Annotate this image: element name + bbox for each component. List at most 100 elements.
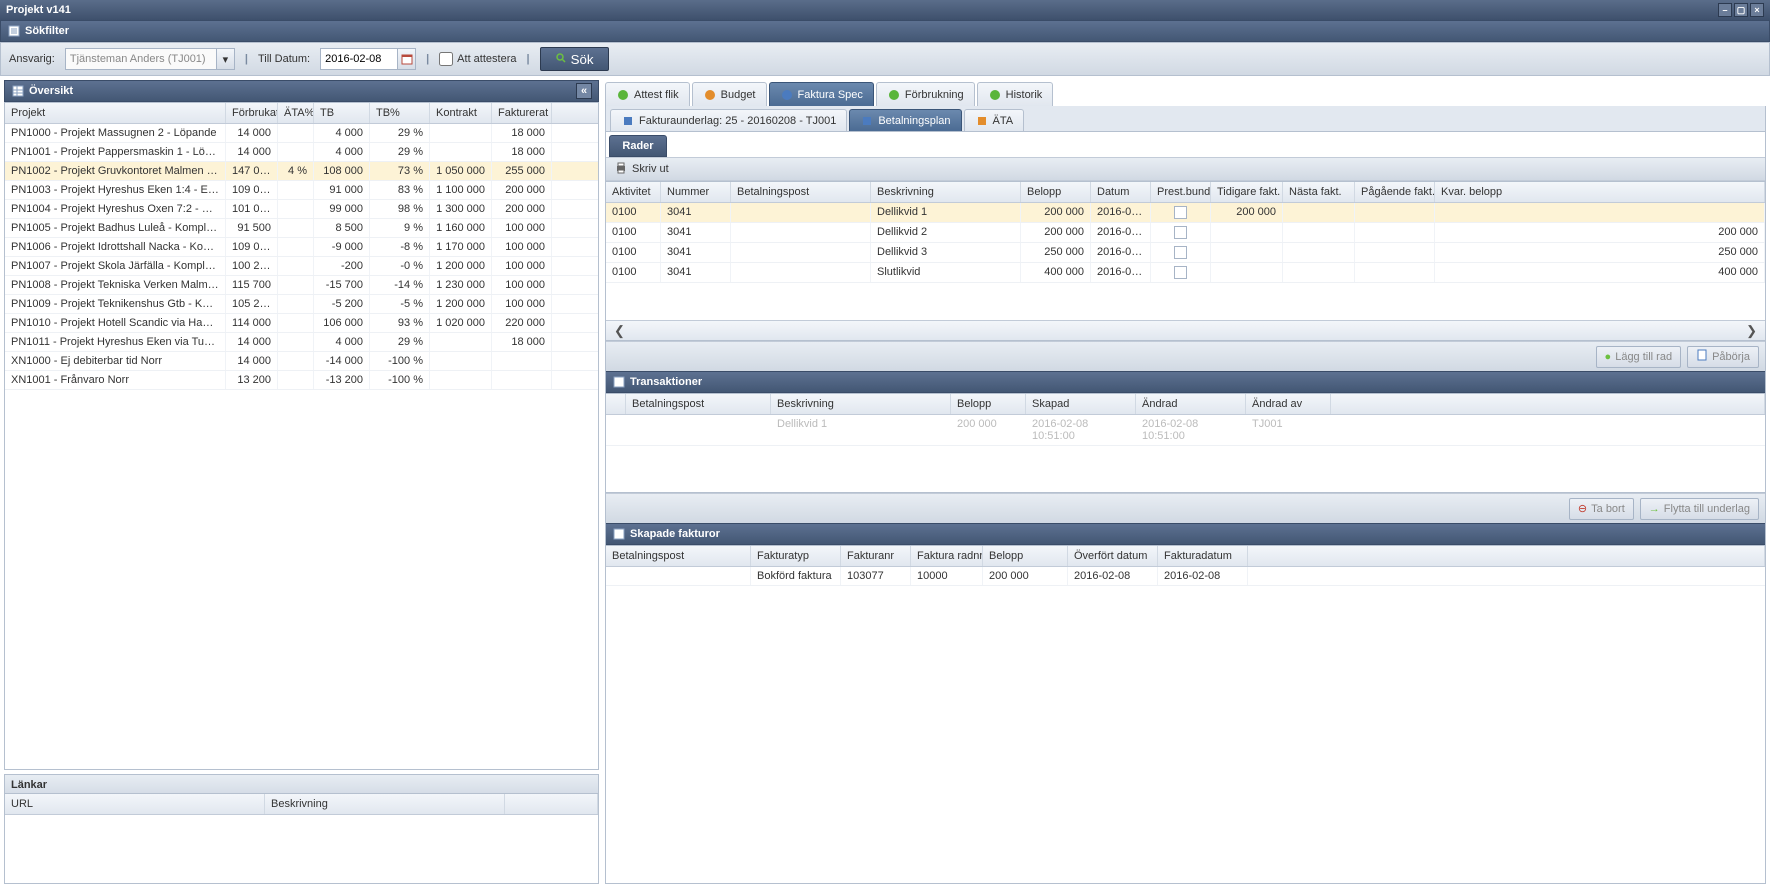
print-icon[interactable] bbox=[614, 161, 628, 178]
rader-row[interactable]: 01003041Dellikvid 2200 0002016-04-01200 … bbox=[606, 223, 1765, 243]
scroll-left[interactable]: ❮ bbox=[614, 323, 625, 339]
skapade-grid-body[interactable]: Bokförd faktura10307710000200 0002016-02… bbox=[606, 567, 1765, 883]
ansvarig-combo[interactable]: ▾ bbox=[65, 48, 235, 70]
detail-tab[interactable]: Historik bbox=[977, 82, 1054, 106]
print-label[interactable]: Skriv ut bbox=[632, 163, 669, 175]
start-button[interactable]: Påbörja bbox=[1687, 346, 1759, 368]
sub-tab[interactable]: Betalningsplan bbox=[849, 109, 961, 131]
detail-tab[interactable]: Faktura Spec bbox=[769, 82, 874, 106]
rader-cell bbox=[1355, 243, 1435, 262]
overview-row[interactable]: PN1003 - Projekt Hyreshus Eken 1:4 - Enk… bbox=[5, 181, 598, 200]
overview-col-header[interactable]: TB bbox=[314, 103, 370, 123]
overview-col-header[interactable]: Projekt bbox=[5, 103, 226, 123]
attestera-checkbox[interactable]: Att attestera bbox=[439, 52, 516, 66]
skap-col-header[interactable]: Faktura radnr bbox=[911, 546, 983, 566]
overview-row[interactable]: PN1002 - Projekt Gruvkontoret Malmen 1:1… bbox=[5, 162, 598, 181]
trans-cell: 2016-02-08 10:51:00 bbox=[1136, 415, 1246, 445]
rader-cell bbox=[1283, 203, 1355, 222]
skap-col-header[interactable]: Fakturanr bbox=[841, 546, 911, 566]
scroll-right[interactable]: ❯ bbox=[1746, 323, 1757, 339]
detail-tab[interactable]: Attest flik bbox=[605, 82, 690, 106]
overview-grid-body[interactable]: PN1000 - Projekt Massugnen 2 - Löpande14… bbox=[5, 124, 598, 769]
collapse-button[interactable]: « bbox=[576, 83, 592, 99]
overview-row[interactable]: PN1007 - Projekt Skola Järfälla - Komple… bbox=[5, 257, 598, 276]
transaktioner-grid-body[interactable]: Dellikvid 1200 0002016-02-08 10:51:00201… bbox=[606, 415, 1765, 492]
ansvarig-trigger[interactable]: ▾ bbox=[216, 49, 234, 69]
rader-col-header[interactable]: Nästa fakt. bbox=[1283, 182, 1355, 202]
overview-row[interactable]: PN1005 - Projekt Badhus Luleå - Komplett… bbox=[5, 219, 598, 238]
overview-cell bbox=[278, 276, 314, 294]
rader-col-header[interactable]: Kvar. belopp bbox=[1435, 182, 1765, 202]
trans-col-header[interactable]: Ändrad bbox=[1136, 394, 1246, 414]
skap-col-header[interactable]: Belopp bbox=[983, 546, 1068, 566]
overview-col-header[interactable]: Förbrukat bbox=[226, 103, 278, 123]
rader-col-header[interactable]: Beskrivning bbox=[871, 182, 1021, 202]
detail-tab[interactable]: Förbrukning bbox=[876, 82, 975, 106]
overview-row[interactable]: PN1000 - Projekt Massugnen 2 - Löpande14… bbox=[5, 124, 598, 143]
trans-col-header[interactable]: Beskrivning bbox=[771, 394, 951, 414]
maximize-button[interactable]: ▢ bbox=[1734, 3, 1748, 17]
skap-col-header[interactable]: Överfört datum bbox=[1068, 546, 1158, 566]
detail-tab[interactable]: Budget bbox=[692, 82, 767, 106]
skap-cell: 103077 bbox=[841, 567, 911, 585]
overview-cell: 100 000 bbox=[492, 219, 552, 237]
overview-row[interactable]: XN1001 - Frånvaro Norr13 200-13 200-100 … bbox=[5, 371, 598, 390]
overview-row[interactable]: PN1009 - Projekt Teknikenshus Gtb - Komp… bbox=[5, 295, 598, 314]
datum-input[interactable] bbox=[321, 49, 397, 69]
close-button[interactable]: × bbox=[1750, 3, 1764, 17]
overview-col-header[interactable]: Kontrakt bbox=[430, 103, 492, 123]
prest-checkbox[interactable] bbox=[1174, 226, 1187, 239]
overview-row[interactable]: PN1001 - Projekt Pappersmaskin 1 - Löpan… bbox=[5, 143, 598, 162]
rader-row[interactable]: 01003041Dellikvid 1200 0002016-02-03200 … bbox=[606, 203, 1765, 223]
rader-col-header[interactable]: Belopp bbox=[1021, 182, 1091, 202]
overview-row[interactable]: PN1006 - Projekt Idrottshall Nacka - Kom… bbox=[5, 238, 598, 257]
skap-col-header[interactable]: Fakturadatum bbox=[1158, 546, 1248, 566]
prest-checkbox[interactable] bbox=[1174, 206, 1187, 219]
overview-col-header[interactable]: Fakturerat bbox=[492, 103, 552, 123]
rader-col-header[interactable]: Pågående fakt. bbox=[1355, 182, 1435, 202]
trans-col-header[interactable]: Betalningspost bbox=[626, 394, 771, 414]
separator: | bbox=[245, 53, 248, 65]
rader-row[interactable]: 01003041Slutlikvid400 0002016-08-01400 0… bbox=[606, 263, 1765, 283]
rader-col-header[interactable]: Betalningspost bbox=[731, 182, 871, 202]
add-row-button[interactable]: ● Lägg till rad bbox=[1596, 346, 1682, 368]
search-button[interactable]: Sök bbox=[540, 47, 609, 71]
sub-tab[interactable]: Fakturaunderlag: 25 - 20160208 - TJ001 bbox=[610, 109, 847, 131]
trans-cell: 2016-02-08 10:51:00 bbox=[1026, 415, 1136, 445]
rader-cell: Slutlikvid bbox=[871, 263, 1021, 282]
datum-input-wrap[interactable] bbox=[320, 48, 416, 70]
overview-row[interactable]: PN1004 - Projekt Hyreshus Oxen 7:2 - Kom… bbox=[5, 200, 598, 219]
sub-tab[interactable]: ÄTA bbox=[964, 109, 1025, 131]
minimize-button[interactable]: – bbox=[1718, 3, 1732, 17]
rader-col-header[interactable]: Datum bbox=[1091, 182, 1151, 202]
rader-col-header[interactable]: Tidigare fakt. bbox=[1211, 182, 1283, 202]
rader-col-header[interactable]: Prest.bunden bbox=[1151, 182, 1211, 202]
delete-button[interactable]: ⊖ Ta bort bbox=[1569, 498, 1634, 520]
links-col-desc[interactable]: Beskrivning bbox=[265, 794, 505, 814]
ansvarig-input[interactable] bbox=[66, 49, 216, 69]
trans-col-header[interactable]: Belopp bbox=[951, 394, 1026, 414]
rader-tab[interactable]: Rader bbox=[609, 135, 667, 157]
prest-checkbox[interactable] bbox=[1174, 246, 1187, 259]
rader-col-header[interactable]: Aktivitet bbox=[606, 182, 661, 202]
skap-col-header[interactable]: Fakturatyp bbox=[751, 546, 841, 566]
trans-row[interactable]: Dellikvid 1200 0002016-02-08 10:51:00201… bbox=[606, 415, 1765, 446]
rader-row[interactable]: 01003041Dellikvid 3250 0002016-05-01250 … bbox=[606, 243, 1765, 263]
move-button[interactable]: → Flytta till underlag bbox=[1640, 498, 1759, 520]
overview-col-header[interactable]: ÄTA% bbox=[278, 103, 314, 123]
rader-grid-body[interactable]: 01003041Dellikvid 1200 0002016-02-03200 … bbox=[606, 203, 1765, 320]
rader-col-header[interactable]: Nummer bbox=[661, 182, 731, 202]
attestera-input[interactable] bbox=[439, 52, 453, 66]
prest-checkbox[interactable] bbox=[1174, 266, 1187, 279]
overview-row[interactable]: PN1011 - Projekt Hyreshus Eken via Tumst… bbox=[5, 333, 598, 352]
skap-row[interactable]: Bokförd faktura10307710000200 0002016-02… bbox=[606, 567, 1765, 586]
overview-row[interactable]: PN1008 - Projekt Tekniska Verken Malmö -… bbox=[5, 276, 598, 295]
overview-row[interactable]: XN1000 - Ej debiterbar tid Norr14 000-14… bbox=[5, 352, 598, 371]
trans-col-header[interactable]: Skapad bbox=[1026, 394, 1136, 414]
overview-col-header[interactable]: TB% bbox=[370, 103, 430, 123]
calendar-icon[interactable] bbox=[397, 49, 415, 69]
links-col-url[interactable]: URL bbox=[5, 794, 265, 814]
skap-col-header[interactable]: Betalningspost bbox=[606, 546, 751, 566]
overview-row[interactable]: PN1010 - Projekt Hotell Scandic via Hamm… bbox=[5, 314, 598, 333]
trans-col-header[interactable]: Ändrad av bbox=[1246, 394, 1331, 414]
